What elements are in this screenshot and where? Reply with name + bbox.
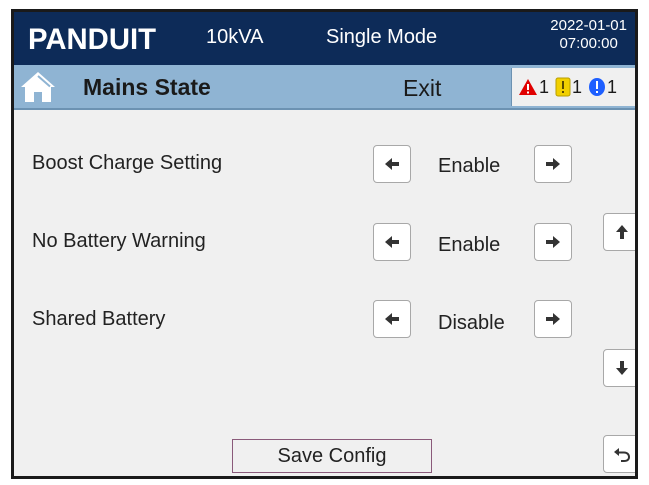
info-alarm-count: 1 <box>607 76 618 97</box>
datetime-display: 2022-01-01 07:00:00 <box>550 17 627 53</box>
brand-logo: PANDUIT <box>28 21 158 55</box>
status-header: PANDUIT 10kVA Single Mode 2022-01-01 07:… <box>14 12 635 65</box>
no-battery-warning-value: Enable <box>438 234 501 256</box>
no-battery-warning-next-button[interactable] <box>534 223 572 261</box>
arrow-right-icon <box>546 313 560 325</box>
warning-alarm-count: 1 <box>572 76 583 97</box>
save-config-button[interactable]: Save Config <box>232 439 432 473</box>
info-circle-icon <box>589 78 606 96</box>
arrow-down-icon <box>616 361 628 375</box>
alarm-summary[interactable]: 1 1 1 <box>511 68 635 106</box>
boost-charge-value: Enable <box>438 155 501 177</box>
home-button[interactable] <box>19 70 57 104</box>
arrow-left-icon <box>385 313 399 325</box>
setting-label-shared-battery: Shared Battery <box>32 308 166 330</box>
critical-alarm-count: 1 <box>539 76 550 97</box>
operating-mode-label: Single Mode <box>326 26 438 48</box>
screen-frame: PANDUIT 10kVA Single Mode 2022-01-01 07:… <box>11 9 638 479</box>
home-icon <box>21 72 55 102</box>
panduit-logo-mark: PANDUIT <box>28 23 156 55</box>
warning-alarm[interactable]: 1 <box>555 77 584 98</box>
arrow-left-icon <box>385 158 399 170</box>
time-text: 07:00:00 <box>559 35 618 52</box>
back-button[interactable] <box>603 435 635 473</box>
page-title: Mains State <box>83 74 211 100</box>
boost-charge-next-button[interactable] <box>534 145 572 183</box>
info-alarm[interactable]: 1 <box>588 77 619 98</box>
capacity-label: 10kVA <box>206 26 264 48</box>
boost-charge-prev-button[interactable] <box>373 145 411 183</box>
scroll-up-button[interactable] <box>603 213 635 251</box>
arrow-right-icon <box>546 236 560 248</box>
return-arrow-icon <box>614 448 630 462</box>
shared-battery-prev-button[interactable] <box>373 300 411 338</box>
exclamation-square-icon <box>555 77 571 97</box>
critical-alarm[interactable]: 1 <box>518 77 551 98</box>
shared-battery-value: Disable <box>438 312 505 334</box>
date-text: 2022-01-01 <box>550 17 627 34</box>
scroll-down-button[interactable] <box>603 349 635 387</box>
shared-battery-next-button[interactable] <box>534 300 572 338</box>
no-battery-warning-prev-button[interactable] <box>373 223 411 261</box>
setting-label-no-battery-warning: No Battery Warning <box>32 230 206 252</box>
svg-text:PANDUIT: PANDUIT <box>28 23 156 55</box>
nav-bar: Mains State Exit 1 1 1 <box>14 65 635 110</box>
arrow-left-icon <box>385 236 399 248</box>
warning-triangle-icon <box>519 79 537 95</box>
setting-label-boost-charge: Boost Charge Setting <box>32 152 223 174</box>
arrow-up-icon <box>616 225 628 239</box>
save-config-label: Save Config <box>277 444 387 467</box>
exit-button[interactable]: Exit <box>403 75 441 102</box>
arrow-right-icon <box>546 158 560 170</box>
